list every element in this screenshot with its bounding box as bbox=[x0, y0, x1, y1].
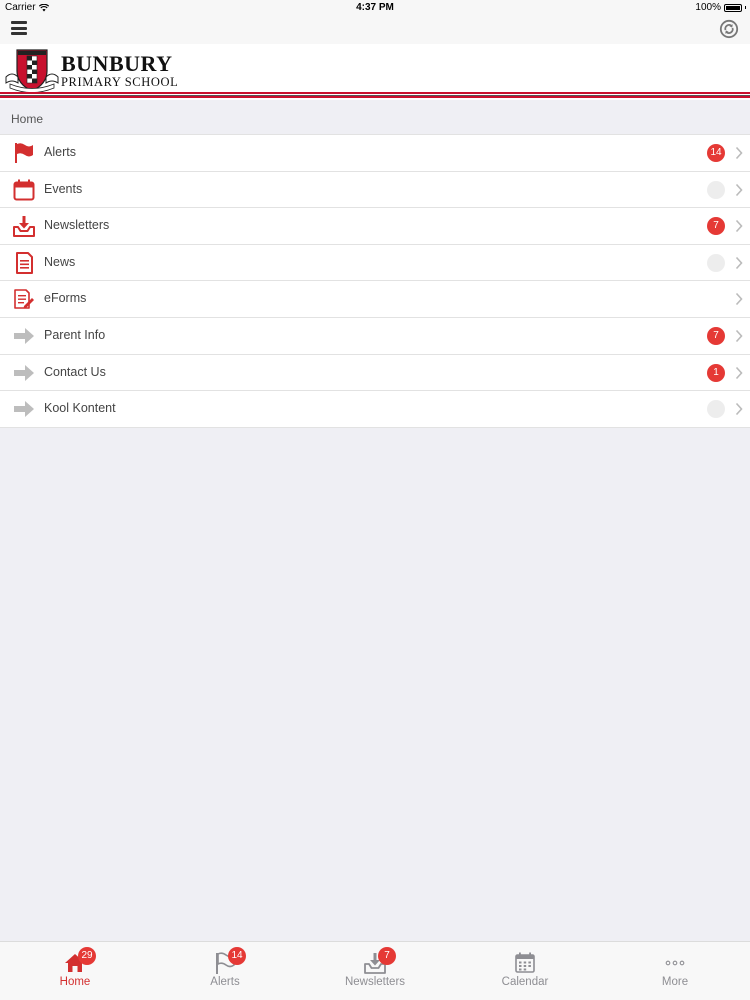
calendar-icon bbox=[515, 952, 535, 973]
count-badge: 1 bbox=[707, 363, 725, 382]
home-menu-list: Alerts 14 Events Newsletters 7 News eFor… bbox=[0, 134, 750, 428]
arrow-right-icon bbox=[14, 327, 34, 344]
tab-label: Newsletters bbox=[344, 976, 406, 988]
tab-newsletters[interactable]: 7 Newsletters bbox=[300, 942, 450, 1000]
tab-label: Calendar bbox=[501, 976, 549, 988]
tab-alerts[interactable]: 14 Alerts bbox=[150, 942, 300, 1000]
tab-label: More bbox=[661, 976, 689, 988]
school-header: BUNBURY PRIMARY SCHOOL bbox=[0, 44, 750, 100]
header-stripe bbox=[0, 92, 750, 94]
battery-percent: 100% bbox=[695, 2, 721, 13]
sync-icon[interactable] bbox=[719, 19, 739, 39]
count-badge bbox=[707, 400, 725, 419]
arrow-right-icon bbox=[14, 364, 34, 381]
chevron-right-icon bbox=[735, 220, 743, 233]
menu-item-label: Kool Kontent bbox=[44, 401, 116, 416]
tab-more[interactable]: More bbox=[600, 942, 750, 1000]
menu-item-alerts[interactable]: Alerts 14 bbox=[0, 135, 750, 172]
document-icon bbox=[16, 251, 33, 274]
count-badge: 14 bbox=[707, 144, 725, 162]
chevron-right-icon bbox=[735, 293, 743, 306]
status-bar: Carrier 4:37 PM 100% bbox=[0, 0, 750, 16]
hamburger-menu-icon[interactable] bbox=[11, 20, 27, 36]
tab-badge: 29 bbox=[78, 947, 96, 965]
menu-item-label: News bbox=[44, 254, 76, 269]
menu-item-label: Newsletters bbox=[44, 218, 110, 233]
tab-badge: 7 bbox=[378, 947, 396, 965]
header-stripe bbox=[0, 96, 750, 98]
tab-home[interactable]: 29 Home bbox=[0, 942, 150, 1000]
arrow-right-icon bbox=[14, 401, 34, 418]
chevron-right-icon bbox=[735, 183, 743, 196]
menu-item-label: Alerts bbox=[44, 145, 76, 159]
menu-item-newsletters[interactable]: Newsletters 7 bbox=[0, 208, 750, 245]
menu-item-label: eForms bbox=[44, 291, 87, 306]
chevron-right-icon bbox=[735, 329, 743, 343]
more-icon bbox=[665, 960, 685, 966]
battery-indicator: 100% bbox=[695, 2, 746, 13]
menu-item-label: Parent Info bbox=[44, 327, 106, 342]
school-crest-logo bbox=[5, 49, 59, 93]
count-badge: 7 bbox=[707, 217, 725, 236]
menu-item-label: Events bbox=[44, 181, 83, 196]
menu-item-parent-info[interactable]: Parent Info 7 bbox=[0, 318, 750, 355]
breadcrumb: Home bbox=[11, 112, 44, 126]
school-name-line2: PRIMARY SCHOOL bbox=[61, 75, 179, 89]
form-edit-icon bbox=[14, 289, 34, 310]
tab-label: Home bbox=[59, 976, 91, 988]
menu-item-label: Contact Us bbox=[44, 364, 106, 379]
chevron-right-icon bbox=[735, 256, 743, 269]
count-badge: 7 bbox=[707, 326, 725, 345]
menu-item-eforms[interactable]: eForms bbox=[0, 281, 750, 318]
bottom-tab-bar: 29 Home 14 Alerts 7 Newsletters Calendar… bbox=[0, 941, 750, 1000]
menu-item-news[interactable]: News bbox=[0, 245, 750, 282]
download-tray-icon bbox=[13, 216, 35, 238]
menu-item-events[interactable]: Events bbox=[0, 172, 750, 209]
chevron-right-icon bbox=[735, 366, 743, 379]
chevron-right-icon bbox=[735, 403, 743, 416]
school-name: BUNBURY PRIMARY SCHOOL bbox=[61, 51, 179, 90]
flag-icon bbox=[15, 143, 33, 163]
battery-icon bbox=[724, 3, 742, 12]
nav-bar bbox=[0, 16, 750, 44]
school-name-line1: BUNBURY bbox=[61, 51, 173, 76]
count-badge bbox=[707, 253, 725, 272]
tab-label: Alerts bbox=[210, 976, 240, 988]
clock: 4:37 PM bbox=[356, 2, 394, 13]
menu-item-contact-us[interactable]: Contact Us 1 bbox=[0, 355, 750, 392]
tab-calendar[interactable]: Calendar bbox=[450, 942, 600, 1000]
chevron-right-icon bbox=[735, 146, 743, 160]
menu-item-kool-kontent[interactable]: Kool Kontent bbox=[0, 391, 750, 428]
calendar-icon bbox=[13, 179, 35, 201]
tab-badge: 14 bbox=[228, 947, 246, 965]
count-badge bbox=[707, 180, 725, 199]
